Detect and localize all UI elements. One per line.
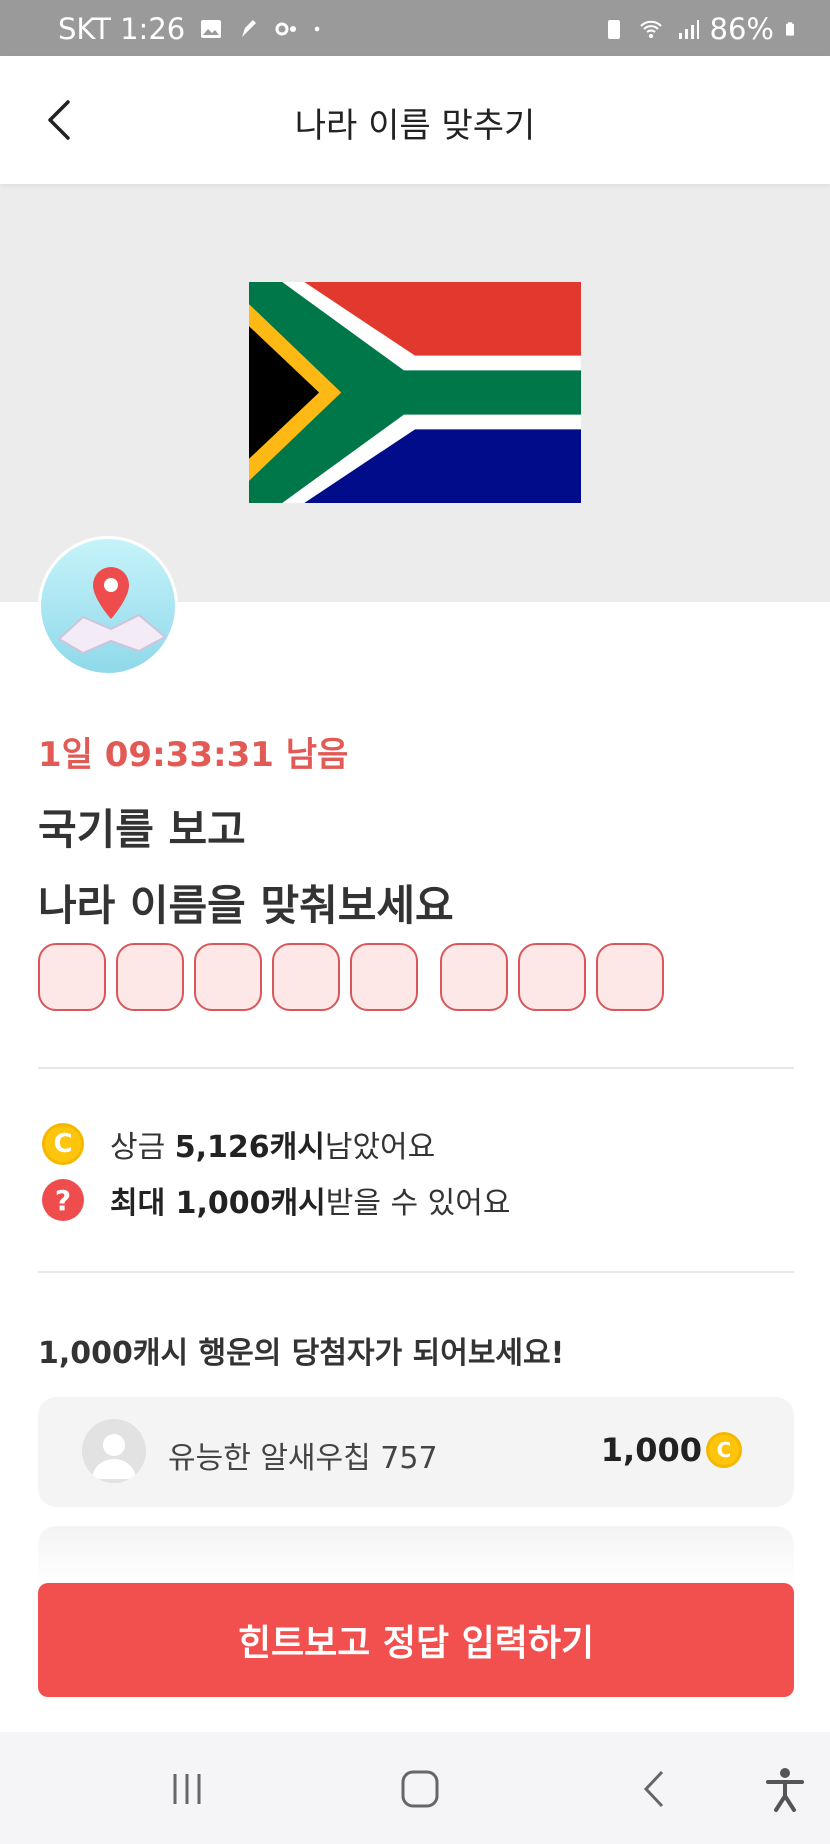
prize-suffix: 남았어요	[324, 1130, 436, 1165]
home-icon	[401, 1770, 439, 1808]
battery-icon	[786, 22, 794, 36]
page-title: 나라 이름 맞추기	[294, 106, 536, 146]
divider	[38, 1271, 794, 1273]
coin-icon: C	[42, 1123, 84, 1165]
battery-saver-icon	[607, 20, 620, 39]
answer-box-7[interactable]	[518, 943, 586, 1011]
carrier-time: SKT 1:26	[58, 12, 186, 46]
question-line-1: 국기를 보고	[38, 805, 246, 854]
south-africa-flag-image	[249, 282, 581, 503]
prize-prefix: 상금	[110, 1130, 166, 1165]
recent-apps-button[interactable]	[162, 1764, 212, 1814]
divider	[38, 1067, 794, 1069]
nav-back-button[interactable]	[630, 1764, 680, 1814]
winner-card-partial	[38, 1526, 794, 1586]
recent-apps-icon	[173, 1774, 201, 1804]
winner-amount-value: 1,000	[600, 1431, 702, 1469]
dot-icon	[314, 26, 320, 32]
answer-box-3[interactable]	[194, 943, 262, 1011]
battery-percent: 86%	[709, 12, 774, 46]
status-left: SKT 1:26	[58, 12, 327, 46]
prize-info-row: C 상금 5,126캐시 남았어요	[42, 1122, 435, 1166]
max-reward-amount: 최대 1,000캐시	[110, 1186, 326, 1221]
signal-icon	[678, 20, 699, 39]
map-pin-icon	[38, 536, 178, 676]
record-icon	[275, 22, 297, 36]
accessibility-button[interactable]	[760, 1764, 810, 1814]
answer-box-1[interactable]	[38, 943, 106, 1011]
status-bar: SKT 1:26 86%	[0, 0, 830, 56]
gallery-icon	[201, 20, 222, 38]
answer-box-4[interactable]	[272, 943, 340, 1011]
winner-card: 유능한 알새우칩 757 1,000 C	[38, 1397, 794, 1507]
answer-box-2[interactable]	[116, 943, 184, 1011]
hint-answer-button[interactable]: 힌트보고 정답 입력하기	[38, 1583, 794, 1697]
winner-name: 유능한 알새우칩 757	[168, 1441, 438, 1476]
max-reward-suffix: 받을 수 있어요	[325, 1186, 511, 1221]
max-reward-row: ? 최대 1,000캐시 받을 수 있어요	[42, 1178, 510, 1222]
wifi-icon	[639, 20, 662, 38]
status-right: 86%	[602, 12, 800, 46]
countdown-timer: 1일 09:33:31 남음	[38, 735, 349, 775]
winner-amount: 1,000 C	[601, 1431, 742, 1469]
prize-amount: 5,126캐시	[174, 1130, 325, 1165]
winners-title: 1,000캐시 행운의 당첨자가 되어보세요!	[38, 1336, 565, 1371]
coin-icon: C	[706, 1432, 742, 1468]
app-header: 나라 이름 맞추기	[0, 56, 830, 184]
answer-box-8[interactable]	[596, 943, 664, 1011]
question-line-2: 나라 이름을 맞춰보세요	[38, 881, 454, 930]
back-icon	[643, 1770, 664, 1808]
system-nav-bar	[0, 1732, 830, 1844]
pen-icon	[242, 20, 257, 37]
answer-box-5[interactable]	[350, 943, 418, 1011]
accessibility-icon	[766, 1768, 804, 1812]
answer-box-6[interactable]	[440, 943, 508, 1011]
user-avatar-icon	[82, 1419, 146, 1483]
question-icon: ?	[42, 1179, 84, 1221]
home-button[interactable]	[395, 1764, 445, 1814]
